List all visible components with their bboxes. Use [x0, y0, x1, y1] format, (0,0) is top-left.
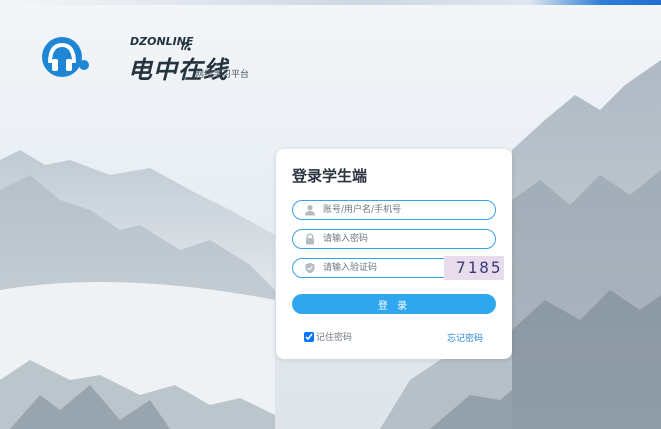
user-icon — [305, 205, 315, 216]
logo-mark-icon — [42, 37, 89, 77]
login-title: 登录学生端 — [292, 167, 368, 185]
login-card: 登录学生端 7185 登 录 记住密码 忘记密码 — [276, 149, 512, 359]
username-input[interactable] — [323, 201, 488, 219]
brand-logo: DZONLINE 电中在线 网络学习平台 — [40, 30, 270, 85]
brand-subtitle: 网络学习平台 — [195, 70, 250, 80]
remember-password[interactable]: 记住密码 — [304, 330, 352, 343]
shield-icon — [305, 262, 315, 274]
forgot-password-link[interactable]: 忘记密码 — [447, 331, 483, 344]
captcha-code: 7185 — [456, 258, 503, 277]
remember-label: 记住密码 — [316, 333, 353, 343]
password-input[interactable] — [323, 230, 488, 248]
signal-icon — [181, 41, 191, 51]
top-accent-bar — [0, 0, 661, 5]
password-field — [292, 229, 496, 249]
captcha-image[interactable]: 7185 — [444, 256, 504, 280]
remember-checkbox[interactable] — [304, 331, 314, 342]
username-field — [292, 200, 496, 220]
login-button[interactable]: 登 录 — [292, 294, 496, 314]
lock-icon — [306, 233, 314, 245]
